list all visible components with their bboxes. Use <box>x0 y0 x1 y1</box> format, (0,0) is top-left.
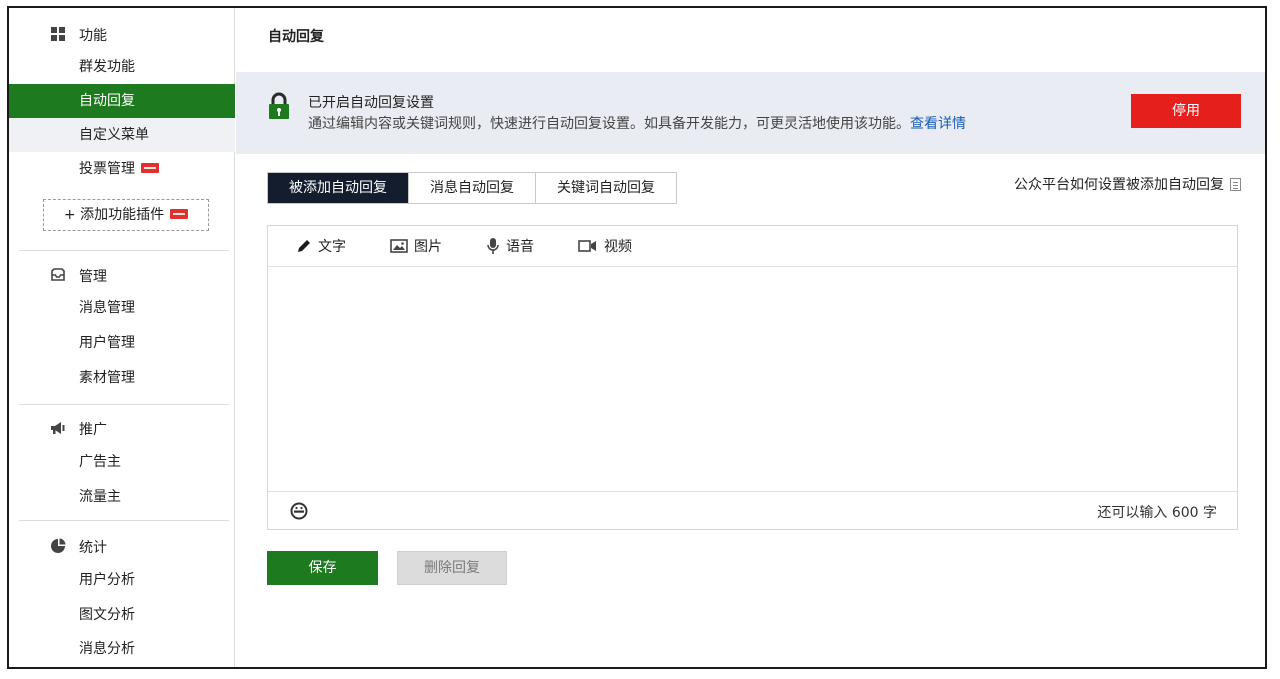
add-plugin-label: + 添加功能插件 <box>63 207 165 223</box>
sidebar-item-material-manage[interactable]: 素材管理 <box>9 361 235 395</box>
tool-image-label: 图片 <box>414 239 442 255</box>
sidebar-group-title: 统计 <box>79 540 107 556</box>
sidebar-item-auto-reply[interactable]: 自动回复 <box>9 84 235 118</box>
sidebar-group-title: 管理 <box>79 269 107 285</box>
editor-footer: 还可以输入 600 字 <box>268 491 1237 529</box>
microphone-icon <box>487 238 499 254</box>
app-window: 功能 群发功能 自动回复 自定义菜单 投票管理 + 添加功能插件 管理 消息管理… <box>7 6 1267 669</box>
help-link[interactable]: 公众平台如何设置被添加自动回复 <box>1014 174 1241 194</box>
tool-voice[interactable]: 语音 <box>486 236 534 256</box>
pencil-icon <box>298 240 310 252</box>
tool-image[interactable]: 图片 <box>390 236 442 256</box>
sidebar-group-title: 推广 <box>79 422 107 438</box>
tool-video[interactable]: 视频 <box>578 236 632 256</box>
sidebar-item-mass-send[interactable]: 群发功能 <box>9 50 235 84</box>
main-content: 自动回复 已开启自动回复设置 通过编辑内容或关键词规则，快速进行自动回复设置。如… <box>236 8 1265 667</box>
sidebar-group-manage: 管理 <box>9 261 235 289</box>
sidebar-item-custom-menu[interactable]: 自定义菜单 <box>9 118 235 152</box>
banner-title: 已开启自动回复设置 <box>308 95 434 111</box>
sidebar-divider <box>19 404 229 405</box>
tool-text[interactable]: 文字 <box>296 236 346 256</box>
sidebar-divider <box>19 520 229 521</box>
document-icon <box>1230 177 1241 191</box>
sidebar-item-message-manage[interactable]: 消息管理 <box>9 291 235 325</box>
sidebar-item-article-analysis[interactable]: 图文分析 <box>9 598 235 632</box>
banner-description: 通过编辑内容或关键词规则，快速进行自动回复设置。如具备开发能力，可更灵活地使用该… <box>308 113 966 133</box>
sidebar-item-vote-manage[interactable]: 投票管理 <box>9 152 235 186</box>
reply-text-area[interactable] <box>268 267 1237 491</box>
sidebar: 功能 群发功能 自动回复 自定义菜单 投票管理 + 添加功能插件 管理 消息管理… <box>9 8 235 667</box>
sidebar-group-features: 功能 <box>9 20 235 48</box>
grid-icon <box>51 27 65 41</box>
sidebar-item-user-analysis[interactable]: 用户分析 <box>9 563 235 597</box>
add-plugin-button[interactable]: + 添加功能插件 <box>43 199 209 231</box>
new-badge-icon <box>170 209 189 219</box>
reply-type-tabs: 被添加自动回复 消息自动回复 关键词自动回复 <box>267 172 677 204</box>
sidebar-group-promote: 推广 <box>9 414 235 442</box>
pie-chart-icon <box>51 538 66 553</box>
sidebar-item-publisher[interactable]: 流量主 <box>9 480 235 514</box>
page-title: 自动回复 <box>268 29 324 45</box>
disable-button[interactable]: 停用 <box>1131 94 1241 128</box>
sidebar-item-user-manage[interactable]: 用户管理 <box>9 326 235 360</box>
sidebar-group-statistics: 统计 <box>9 532 235 560</box>
tab-message-auto-reply[interactable]: 消息自动回复 <box>408 173 535 203</box>
sidebar-item-message-analysis[interactable]: 消息分析 <box>9 632 235 666</box>
tab-added-auto-reply[interactable]: 被添加自动回复 <box>268 173 408 203</box>
tool-text-label: 文字 <box>318 239 346 255</box>
view-details-link[interactable]: 查看详情 <box>910 116 966 132</box>
help-link-label: 公众平台如何设置被添加自动回复 <box>1014 177 1224 193</box>
tool-video-label: 视频 <box>604 239 632 255</box>
sidebar-divider <box>19 250 229 251</box>
char-counter: 还可以输入 600 字 <box>1097 505 1217 521</box>
delete-reply-button[interactable]: 删除回复 <box>397 551 507 585</box>
inbox-icon <box>51 268 65 281</box>
sidebar-group-title: 功能 <box>79 28 107 44</box>
tab-keyword-auto-reply[interactable]: 关键词自动回复 <box>535 173 676 203</box>
sidebar-item-label: 投票管理 <box>79 161 135 177</box>
banner-description-text: 通过编辑内容或关键词规则，快速进行自动回复设置。如具备开发能力，可更灵活地使用该… <box>308 116 910 132</box>
image-icon <box>390 239 408 253</box>
video-icon <box>578 240 596 252</box>
editor-toolbar: 文字 图片 语音 视频 <box>268 226 1237 267</box>
sidebar-item-advertiser[interactable]: 广告主 <box>9 445 235 479</box>
new-badge-icon <box>141 163 159 173</box>
status-banner: 已开启自动回复设置 通过编辑内容或关键词规则，快速进行自动回复设置。如具备开发能… <box>236 72 1265 154</box>
emoji-icon[interactable] <box>290 502 308 520</box>
lock-icon <box>269 92 289 119</box>
save-button[interactable]: 保存 <box>267 551 378 585</box>
megaphone-icon <box>51 422 65 434</box>
tool-voice-label: 语音 <box>506 239 534 255</box>
reply-editor: 文字 图片 语音 视频 还可以输入 600 字 <box>267 225 1238 530</box>
